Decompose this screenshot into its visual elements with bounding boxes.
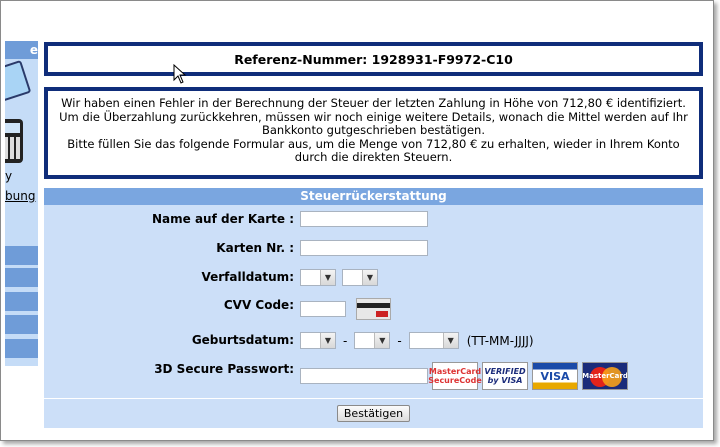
mastercard-securecode-logo-icon: MasterCard SecureCode [428, 362, 482, 390]
form-title: Steuerrückerstattung [44, 188, 703, 205]
sidebar-panel: y bung [5, 59, 38, 264]
secure-password-label: 3D Secure Passwort: [154, 362, 294, 376]
date-format-hint: (TT-MM-JJJJ) [466, 333, 534, 348]
sidebar-header: e [5, 41, 38, 59]
message-paragraph-1: Wir haben einen Fehler in der Berechnung… [59, 96, 688, 137]
date-separator: - [397, 333, 402, 348]
birth-month-select[interactable]: ▼ [354, 332, 391, 349]
card-back-cvv-icon [356, 298, 391, 320]
sidebar-menu-item-1[interactable] [5, 246, 38, 265]
birth-day-select[interactable]: ▼ [300, 332, 336, 349]
cvv-input[interactable] [300, 301, 346, 317]
phone-illustration-icon [5, 119, 23, 163]
reference-number: Referenz-Nummer: 1928931-F9972-C10 [234, 51, 513, 67]
reference-box: Referenz-Nummer: 1928931-F9972-C10 [44, 42, 703, 76]
confirm-button[interactable]: Bestätigen [336, 405, 411, 422]
message-paragraph-2: Bitte füllen Sie das folgende Formular a… [67, 136, 680, 164]
visa-logo-icon: VISA [532, 362, 578, 390]
date-separator: - [343, 333, 348, 348]
expiry-month-select[interactable]: ▼ [300, 269, 336, 286]
chevron-down-icon: ▼ [362, 270, 377, 285]
birth-year-select[interactable]: ▼ [408, 332, 459, 349]
chevron-down-icon: ▼ [320, 333, 335, 348]
secure-password-input[interactable] [300, 368, 428, 384]
sidebar-menu-item-2[interactable] [5, 268, 38, 287]
credit-card-illustration-icon [5, 59, 32, 105]
sidebar-menu-item-3[interactable] [5, 292, 38, 311]
message-box: Wir haben einen Fehler in der Berechnung… [44, 87, 703, 179]
chevron-down-icon: ▼ [374, 333, 390, 348]
birthdate-label: Geburtsdatum: [191, 333, 294, 347]
sidebar-header-text: e [29, 43, 38, 57]
expiry-year-select[interactable]: ▼ [342, 269, 378, 286]
browser-frame: e y bung Referenz-Nummer: 1928931-F9972-… [0, 0, 714, 441]
expiry-label: Verfalldatum: [201, 270, 294, 284]
sidebar-menu-item-4[interactable] [5, 315, 38, 334]
sidebar: e y bung [5, 38, 38, 433]
mastercard-logo-icon: MasterCard [582, 362, 628, 390]
cvv-label: CVV Code: [223, 298, 294, 312]
chevron-down-icon: ▼ [442, 333, 458, 348]
sidebar-menu-item-5[interactable] [5, 339, 38, 358]
sidebar-menu [5, 246, 38, 366]
chevron-down-icon: ▼ [320, 270, 335, 285]
verified-by-visa-logo-icon: VERIFIED by VISA [482, 362, 528, 390]
name-on-card-input[interactable] [300, 211, 428, 227]
mastercard-logo-text: MasterCard [582, 371, 628, 380]
sidebar-link[interactable]: bung [5, 189, 35, 203]
tax-refund-form: Name auf der Karte : Karten Nr. : Verfal… [44, 205, 703, 428]
name-label: Name auf der Karte : [152, 212, 294, 226]
card-number-input[interactable] [300, 240, 428, 256]
card-number-label: Karten Nr. : [216, 241, 294, 255]
submit-row: Bestätigen [44, 398, 703, 428]
sidebar-text-fragment: y [5, 169, 13, 183]
